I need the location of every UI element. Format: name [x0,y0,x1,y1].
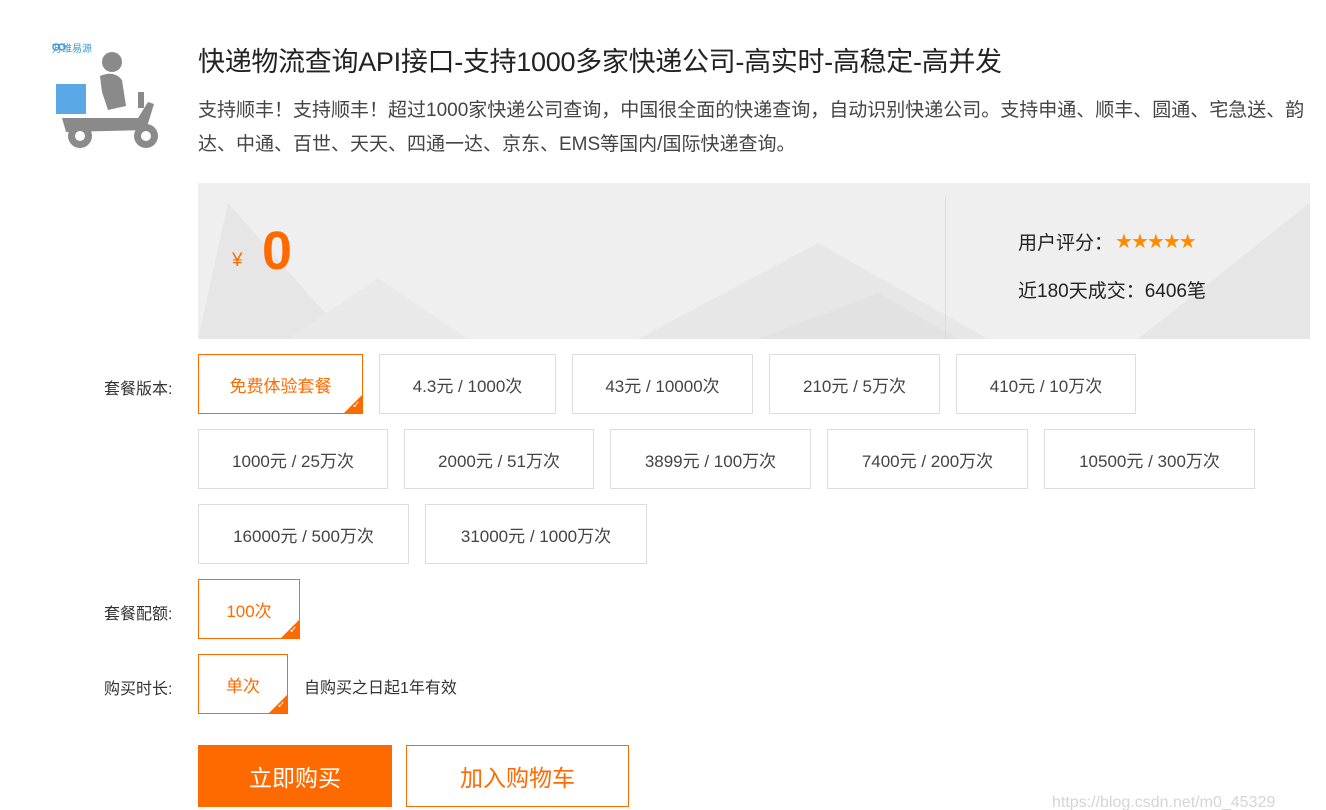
star-icon: ★ [1178,230,1197,253]
package-option-250k[interactable]: 1000元 / 25万次 [198,429,388,489]
star-icon: ★ [1162,230,1181,253]
purchase-duration-label: 购买时长: [104,681,173,698]
package-option-label: 2000元 / 51万次 [438,451,560,471]
user-rating: 用户评分： ★ ★ ★ ★ ★ [1018,228,1197,255]
buy-now-button[interactable]: 立即购买 [198,745,392,807]
package-option-1000[interactable]: 4.3元 / 1000次 [379,354,556,414]
watermark: https://blog.csdn.net/m0_45329 [1052,794,1276,810]
selected-check-icon [343,394,363,414]
selected-check-icon [268,694,288,714]
validity-note: 自购买之日起1年有效 [304,680,457,697]
package-option-5m[interactable]: 16000元 / 500万次 [198,504,409,564]
product-icon: 万维易源 [52,40,164,155]
package-option-label: 16000元 / 500万次 [233,526,374,546]
quota-option-100[interactable]: 100次 [198,579,300,639]
package-option-3m[interactable]: 10500元 / 300万次 [1044,429,1255,489]
delivery-scooter-icon [52,43,158,148]
brand-logo-text: 万维易源 [52,44,92,55]
package-option-10m[interactable]: 31000元 / 1000万次 [425,504,647,564]
package-option-label: 7400元 / 200万次 [861,451,994,471]
package-version-label: 套餐版本: [104,381,173,398]
rating-label: 用户评分： [1018,233,1114,254]
rating-stars: ★ ★ ★ ★ ★ [1115,230,1197,253]
package-option-label: 3899元 / 100万次 [644,451,777,471]
currency-symbol: ¥ [232,250,243,271]
package-option-10000[interactable]: 43元 / 10000次 [572,354,753,414]
package-option-100k[interactable]: 410元 / 10万次 [956,354,1136,414]
panel-background-pattern [198,203,1310,339]
panel-divider [945,197,946,339]
package-option-label: 210元 / 5万次 [803,376,906,396]
price-panel: ¥ 0 用户评分： ★ ★ ★ ★ ★ 近180天成交：6406笔 [198,183,1310,339]
product-title: 快递物流查询API接口-支持1000多家快递公司-高实时-高稳定-高并发 [198,47,1002,77]
selected-check-icon [280,619,300,639]
price-value: 0 [262,221,293,281]
star-icon: ★ [1115,230,1133,253]
package-option-label: 31000元 / 1000万次 [460,526,612,546]
star-icon: ★ [1130,230,1149,253]
sales-count: 近180天成交：6406笔 [1018,281,1206,302]
package-option-label: 10500元 / 300万次 [1079,451,1220,471]
add-to-cart-button[interactable]: 加入购物车 [406,745,629,807]
package-option-label: 免费体验套餐 [229,376,332,396]
package-option-50k[interactable]: 210元 / 5万次 [769,354,940,414]
duration-option-single[interactable]: 单次 [198,654,288,714]
package-option-free-trial[interactable]: 免费体验套餐 [198,354,363,414]
duration-option-label: 单次 [226,676,260,696]
package-option-label: 4.3元 / 1000次 [412,376,523,396]
package-option-label: 43元 / 10000次 [605,376,720,396]
package-quota-label: 套餐配额: [104,606,173,623]
package-option-label: 410元 / 10万次 [989,376,1103,396]
package-option-label: 1000元 / 25万次 [232,451,354,471]
package-option-510k[interactable]: 2000元 / 51万次 [404,429,594,489]
package-option-1m[interactable]: 3899元 / 100万次 [610,429,811,489]
package-option-2m[interactable]: 7400元 / 200万次 [827,429,1028,489]
star-icon: ★ [1146,230,1165,253]
product-description: 支持顺丰！支持顺丰！超过1000家快递公司查询，中国很全面的快递查询，自动识别快… [198,100,1305,155]
quota-option-label: 100次 [226,601,272,621]
